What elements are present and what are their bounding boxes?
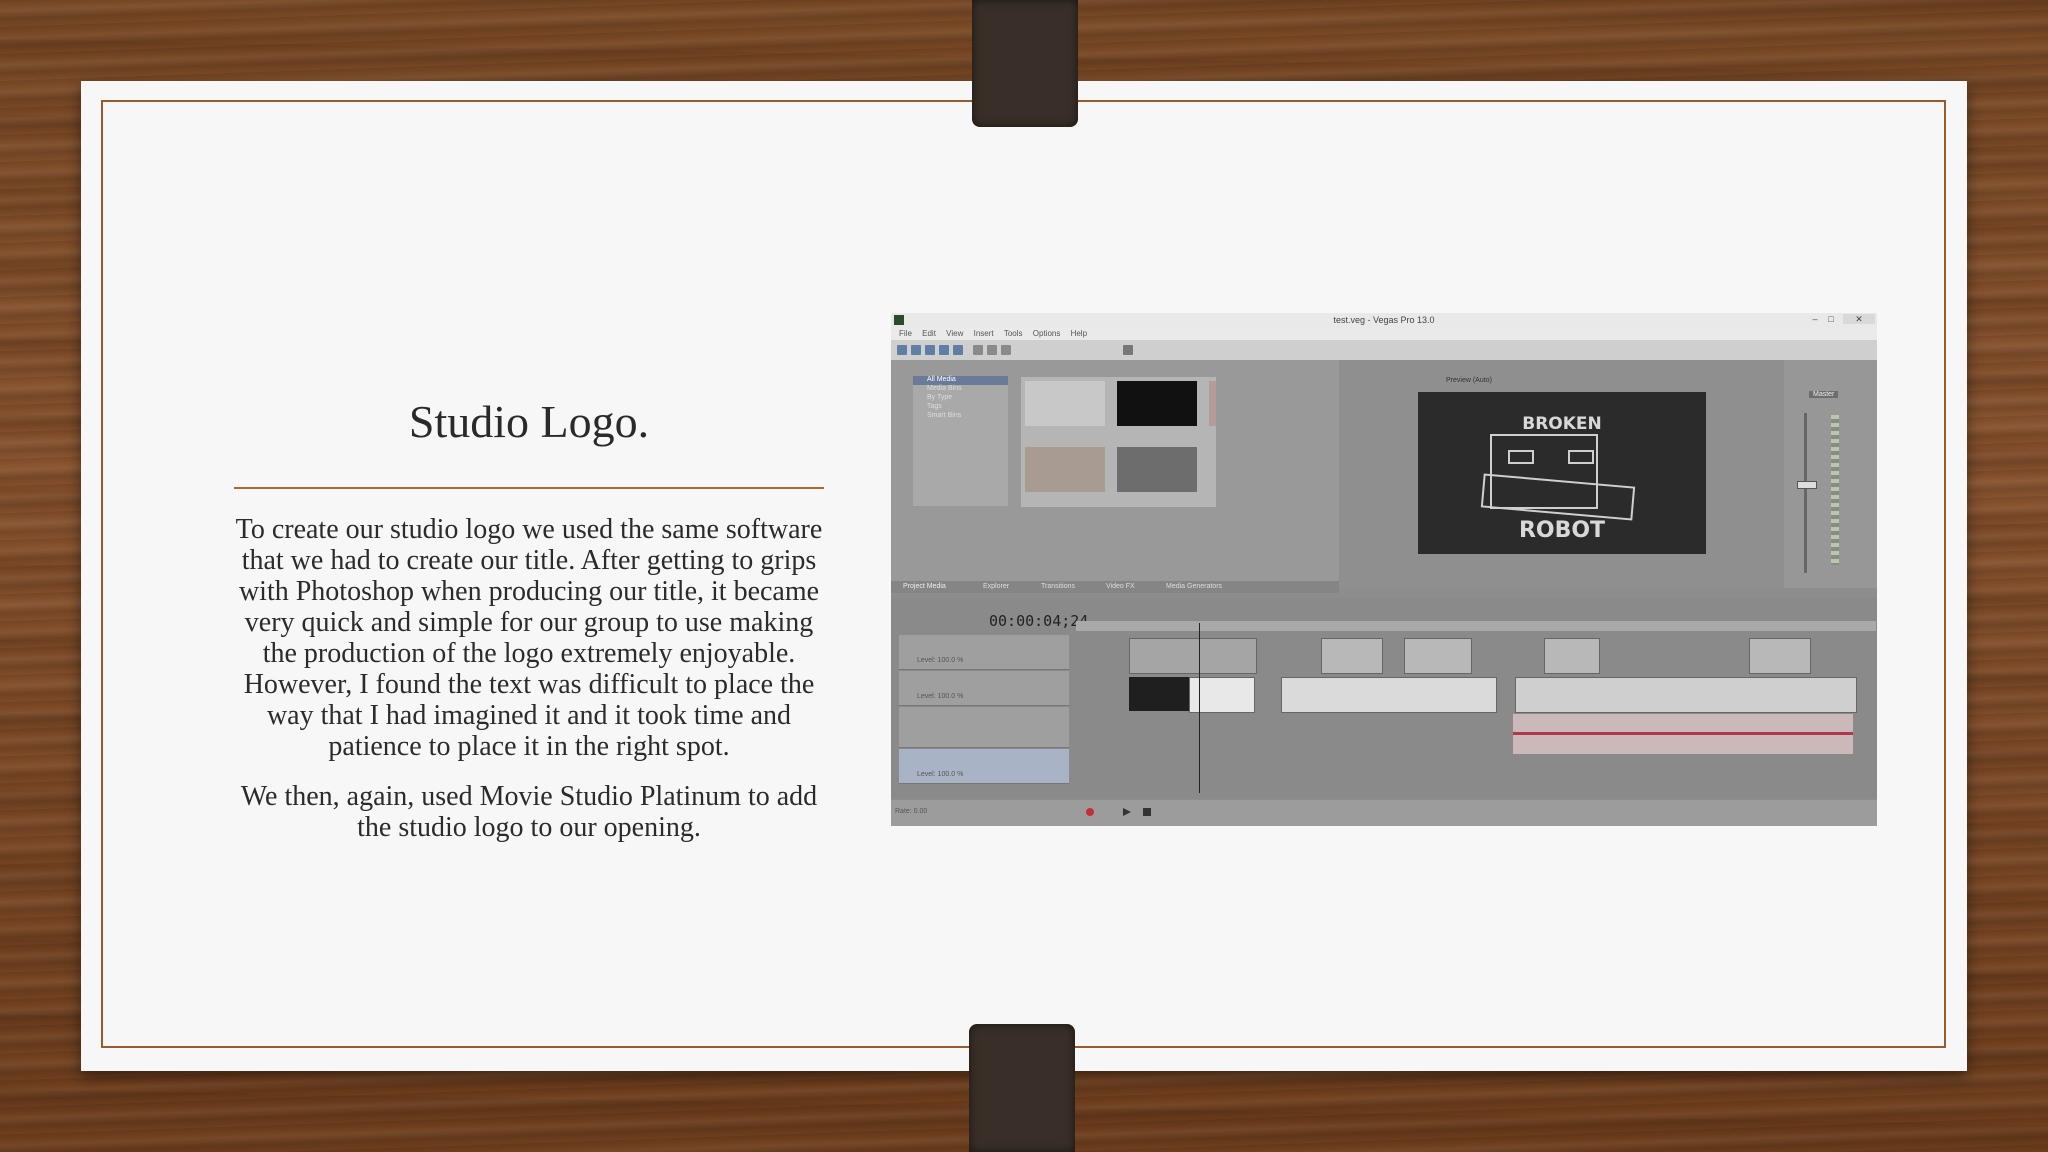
minimize-icon: – [1812, 314, 1818, 324]
master-meter [1831, 415, 1839, 565]
tree-item-media-bins: Media Bins [927, 385, 962, 392]
tab-project-media: Project Media [903, 583, 946, 590]
menu-view: View [946, 329, 964, 338]
media-thumbnails [1021, 377, 1216, 507]
media-tree: All Media Media Bins By Type Tags Smart … [913, 376, 1008, 506]
menu-edit: Edit [922, 329, 936, 338]
open-icon [911, 345, 921, 355]
menu-options: Options [1032, 329, 1061, 338]
body-paragraph-2: We then, again, used Movie Studio Platin… [240, 781, 818, 843]
thumb-logo-image [1117, 381, 1197, 426]
time-ruler [1076, 621, 1876, 631]
timeline-clip [1749, 638, 1811, 674]
audio-clip [1513, 714, 1853, 754]
paste-icon [1001, 345, 1011, 355]
window-titlebar: test.veg - Vegas Pro 13.0 – □ ✕ [891, 313, 1877, 328]
vegas-pro-screenshot: test.veg - Vegas Pro 13.0 – □ ✕ File Edi… [891, 313, 1877, 826]
logo-text-robot: ROBOT [1518, 518, 1606, 543]
body-paragraph-1: To create our studio logo we used the sa… [235, 514, 823, 762]
render-icon [939, 345, 949, 355]
toolbar [891, 340, 1877, 360]
record-icon [1086, 808, 1094, 816]
menu-help: Help [1070, 329, 1088, 338]
thumb-blossom [1209, 381, 1216, 426]
timeline-clip [1404, 638, 1472, 674]
slide-title: Studio Logo. [408, 396, 650, 447]
thumb-audio-file [1025, 381, 1105, 426]
track-level-2: Level: 100.0 % [917, 693, 964, 700]
master-label: Master [1809, 391, 1839, 398]
track-level-3: Level: 100.0 % [917, 771, 964, 778]
save-icon [925, 345, 935, 355]
play-icon [1123, 808, 1131, 816]
tab-transitions: Transitions [1041, 583, 1075, 590]
tree-item-smart-bins: Smart Bins [927, 412, 962, 419]
help-icon [1123, 345, 1133, 355]
tree-item-tags: Tags [927, 403, 942, 410]
properties-icon [953, 345, 963, 355]
robot-eye-right [1568, 450, 1594, 464]
timeline-clip [1321, 638, 1383, 674]
track-header-1: Level: 100.0 % [899, 635, 1069, 670]
timeline-clip [1544, 638, 1600, 674]
track-header-audio [899, 707, 1069, 748]
tab-media-generators: Media Generators [1166, 583, 1223, 590]
logo-clip [1129, 677, 1189, 711]
robot-eye-left [1508, 450, 1534, 464]
timecode: 00:00:04;24 [989, 612, 1089, 630]
window-title: test.veg - Vegas Pro 13.0 [1333, 315, 1435, 325]
preview-quality: Preview (Auto) [1446, 377, 1492, 384]
tree-item-by-type: By Type [927, 394, 953, 401]
new-icon [897, 345, 907, 355]
slide-body: To create our studio logo we used the sa… [230, 514, 828, 862]
menu-tools: Tools [1003, 329, 1023, 338]
title-underline [234, 487, 824, 489]
tab-explorer: Explorer [983, 583, 1010, 590]
playhead [1199, 623, 1200, 793]
audio-waveform [1513, 732, 1853, 735]
tab-video-fx: Video FX [1106, 583, 1135, 590]
timeline-clip [1129, 638, 1257, 674]
top-strap [972, 0, 1078, 127]
menubar: File Edit View Insert Tools Options Help [891, 328, 1877, 340]
close-icon: ✕ [1843, 314, 1875, 324]
forest-clip [1281, 677, 1497, 713]
media-tabs: Project Media Explorer Transitions Video… [891, 581, 1339, 593]
menu-file: File [899, 329, 912, 338]
rate-label: Rate: 0.00 [895, 808, 928, 815]
track-level-1: Level: 100.0 % [917, 657, 964, 664]
track-header-2: Level: 100.0 % [899, 671, 1069, 706]
robot-mouth [1480, 473, 1636, 521]
track-header-3: Level: 100.0 % [899, 749, 1069, 784]
transport-bar: Rate: 0.00 [891, 800, 1877, 826]
logo-text-broken: BROKEN [1522, 414, 1602, 434]
stop-icon [1143, 808, 1151, 816]
bottom-strap [969, 1024, 1075, 1152]
preview-window: BROKEN ROBOT [1418, 392, 1706, 554]
master-fader-track [1804, 413, 1807, 573]
menu-insert: Insert [973, 329, 994, 338]
master-fader [1797, 481, 1817, 489]
maximize-icon: □ [1828, 314, 1834, 324]
cut-icon [973, 345, 983, 355]
thumb-clip-2 [1117, 447, 1197, 492]
thumb-clip-1 [1025, 447, 1105, 492]
outdoor-clip [1515, 677, 1857, 713]
copy-icon [987, 345, 997, 355]
tree-item-all-media: All Media [913, 376, 1008, 385]
